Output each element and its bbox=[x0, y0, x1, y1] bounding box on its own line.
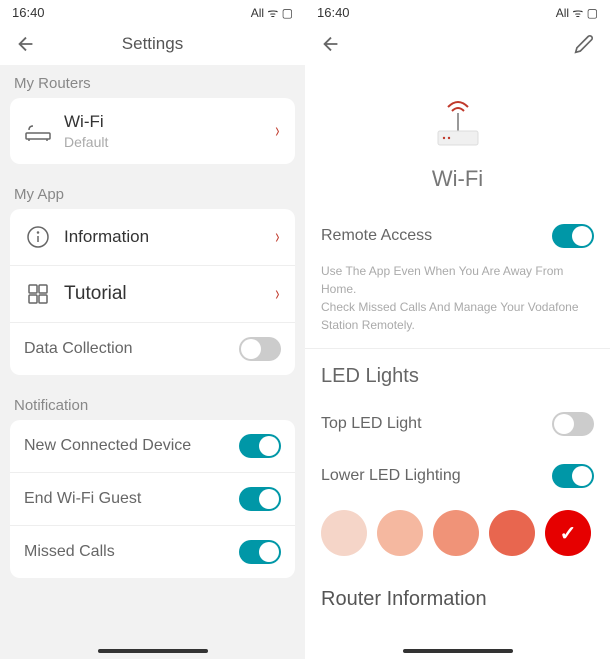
chevron-right-icon: › bbox=[276, 283, 280, 306]
top-led-row: Top LED Light bbox=[305, 398, 610, 450]
top-led-label: Top LED Light bbox=[321, 415, 422, 433]
wifi-router-row[interactable]: Wi-Fi Default › bbox=[10, 98, 295, 164]
missed-calls-row: Missed Calls bbox=[10, 526, 295, 578]
info-icon bbox=[24, 223, 52, 251]
top-led-toggle[interactable] bbox=[552, 412, 594, 436]
section-my-routers: My Routers bbox=[0, 65, 305, 98]
lower-led-label: Lower LED Lighting bbox=[321, 467, 461, 485]
remote-access-row: Remote Access bbox=[305, 210, 610, 262]
missed-calls-label: Missed Calls bbox=[24, 543, 227, 561]
lower-led-row: Lower LED Lighting bbox=[305, 450, 610, 502]
information-row[interactable]: Information › bbox=[10, 209, 295, 266]
color-swatch-3[interactable] bbox=[489, 510, 535, 556]
status-indicators: All ᯤ ▢ bbox=[556, 4, 598, 21]
color-swatch-4[interactable] bbox=[545, 510, 591, 556]
back-arrow-icon bbox=[320, 33, 342, 55]
new-device-label: New Connected Device bbox=[24, 437, 227, 455]
chevron-right-icon: › bbox=[276, 226, 280, 249]
back-arrow-icon bbox=[15, 33, 37, 55]
color-swatch-1[interactable] bbox=[377, 510, 423, 556]
router-icon bbox=[24, 117, 52, 145]
remote-access-toggle[interactable] bbox=[552, 224, 594, 248]
router-hero: Wi-Fi bbox=[305, 65, 610, 210]
home-indicator[interactable] bbox=[403, 649, 513, 653]
missed-calls-toggle[interactable] bbox=[239, 540, 281, 564]
app-card: Information › Tutorial › Data Collection bbox=[10, 209, 295, 375]
wifi-router-content: Wi-Fi Default bbox=[64, 112, 262, 150]
back-button[interactable] bbox=[14, 32, 38, 56]
router-detail-screen: 16:40 All ᯤ ▢ Wi-Fi Remote Access Use Th… bbox=[305, 0, 610, 659]
pencil-icon bbox=[574, 34, 594, 54]
remote-access-hint: Use The App Even When You Are Away From … bbox=[305, 262, 610, 348]
color-swatch-0[interactable] bbox=[321, 510, 367, 556]
color-swatch-2[interactable] bbox=[433, 510, 479, 556]
tutorial-row[interactable]: Tutorial › bbox=[10, 266, 295, 323]
nav-bar: Settings bbox=[0, 23, 305, 65]
section-notification: Notification bbox=[0, 387, 305, 420]
hint-line-2: Check Missed Calls And Manage Your Vodaf… bbox=[321, 298, 594, 334]
status-bar: 16:40 All ᯤ ▢ bbox=[305, 0, 610, 23]
router-name: Wi-Fi bbox=[305, 166, 610, 192]
new-device-toggle[interactable] bbox=[239, 434, 281, 458]
led-lights-header: LED Lights bbox=[305, 348, 610, 398]
back-button[interactable] bbox=[319, 32, 343, 56]
home-indicator[interactable] bbox=[98, 649, 208, 653]
status-time: 16:40 bbox=[12, 5, 45, 20]
status-indicators: All ᯤ ▢ bbox=[251, 4, 293, 21]
data-collection-toggle[interactable] bbox=[239, 337, 281, 361]
new-device-row: New Connected Device bbox=[10, 420, 295, 473]
nav-bar bbox=[305, 23, 610, 65]
routers-card: Wi-Fi Default › bbox=[10, 98, 295, 164]
edit-button[interactable] bbox=[572, 32, 596, 56]
end-guest-row: End Wi-Fi Guest bbox=[10, 473, 295, 526]
settings-screen: 16:40 All ᯤ ▢ Settings My Routers Wi-Fi … bbox=[0, 0, 305, 659]
page-title: Settings bbox=[0, 34, 305, 54]
remote-access-label: Remote Access bbox=[321, 227, 432, 245]
status-time: 16:40 bbox=[317, 5, 350, 20]
hint-line-1: Use The App Even When You Are Away From … bbox=[321, 262, 594, 298]
end-guest-toggle[interactable] bbox=[239, 487, 281, 511]
data-collection-label: Data Collection bbox=[24, 340, 227, 358]
tutorial-label: Tutorial bbox=[64, 283, 262, 305]
wifi-title: Wi-Fi bbox=[64, 112, 262, 132]
wifi-subtitle: Default bbox=[64, 134, 262, 150]
information-label: Information bbox=[64, 227, 262, 247]
color-palette bbox=[305, 502, 610, 572]
notification-card: New Connected Device End Wi-Fi Guest Mis… bbox=[10, 420, 295, 578]
data-collection-row: Data Collection bbox=[10, 323, 295, 375]
chevron-right-icon: › bbox=[276, 120, 280, 143]
router-illustration-icon bbox=[428, 93, 488, 149]
status-bar: 16:40 All ᯤ ▢ bbox=[0, 0, 305, 23]
lower-led-toggle[interactable] bbox=[552, 464, 594, 488]
router-info-header: Router Information bbox=[305, 572, 610, 619]
section-my-app: My App bbox=[0, 176, 305, 209]
tutorial-icon bbox=[24, 280, 52, 308]
end-guest-label: End Wi-Fi Guest bbox=[24, 490, 227, 508]
